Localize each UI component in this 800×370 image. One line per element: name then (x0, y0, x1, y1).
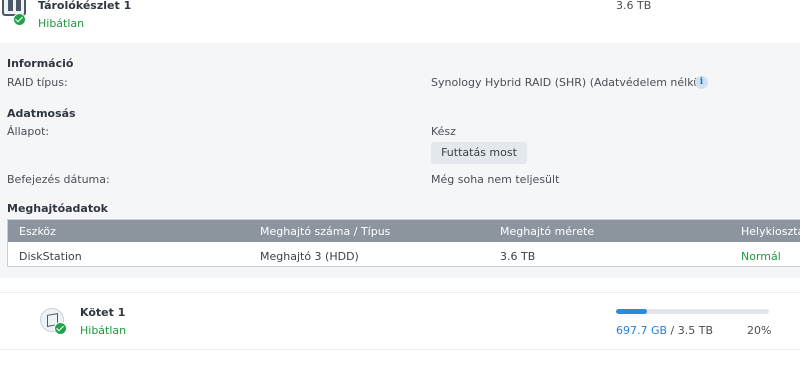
volume-usage-fill (616, 309, 647, 314)
completed-date-label: Befejezés dátuma: (7, 173, 110, 186)
storage-pool-header[interactable]: Tárolókészlet 1 Hibátlan 3.6 TB (0, 0, 800, 43)
usage-separator: / (667, 324, 678, 337)
raid-type-value: Synology Hybrid RAID (SHR) (Adatvédelem … (431, 76, 708, 89)
volume-total: 3.5 TB (677, 324, 714, 337)
volume-status: Hibátlan (80, 324, 127, 337)
cell-size: 3.6 TB (500, 250, 536, 263)
scrub-state-label: Állapot: (7, 125, 50, 138)
column-header-drive[interactable]: Meghajtó száma / Típus (260, 225, 390, 238)
drives-section-title: Meghajtóadatok (7, 202, 108, 215)
pool-title: Tárolókészlet 1 (38, 0, 132, 12)
run-now-button[interactable]: Futtatás most (431, 142, 527, 164)
column-header-allocation[interactable]: Helykiosztás (741, 225, 800, 238)
column-header-size[interactable]: Meghajtó mérete (500, 225, 594, 238)
volume-usage-bar (616, 309, 769, 314)
table-header: Eszköz Meghajtó száma / Típus Meghajtó m… (8, 220, 800, 242)
volume-row[interactable]: Kötet 1 Hibátlan 697.7 GB / 3.5 TB 20% (0, 292, 800, 350)
volume-title: Kötet 1 (80, 306, 126, 319)
cell-device: DiskStation (19, 250, 82, 263)
volume-usage-percent: 20% (747, 324, 772, 337)
scrub-section-title: Adatmosás (7, 107, 76, 120)
completed-date-value: Még soha nem teljesült (431, 173, 560, 186)
pool-status: Hibátlan (38, 17, 85, 30)
check-circle-icon (54, 322, 67, 335)
volume-used: 697.7 GB (616, 324, 668, 337)
cell-drive: Meghajtó 3 (HDD) (260, 250, 359, 263)
pool-detail-panel: Információ RAID típus: Synology Hybrid R… (0, 43, 800, 278)
column-header-device[interactable]: Eszköz (19, 225, 56, 238)
volume-usage-text: 697.7 GB / 3.5 TB (616, 324, 713, 337)
cell-allocation: Normál (741, 250, 781, 263)
info-icon[interactable]: i (695, 76, 708, 89)
scrub-state-value: Kész (431, 125, 456, 138)
info-section-title: Információ (7, 57, 74, 70)
raid-type-label: RAID típus: (7, 76, 68, 89)
pool-size: 3.6 TB (616, 0, 652, 12)
drive-table: Eszköz Meghajtó száma / Típus Meghajtó m… (7, 219, 800, 267)
check-circle-icon (13, 13, 26, 26)
